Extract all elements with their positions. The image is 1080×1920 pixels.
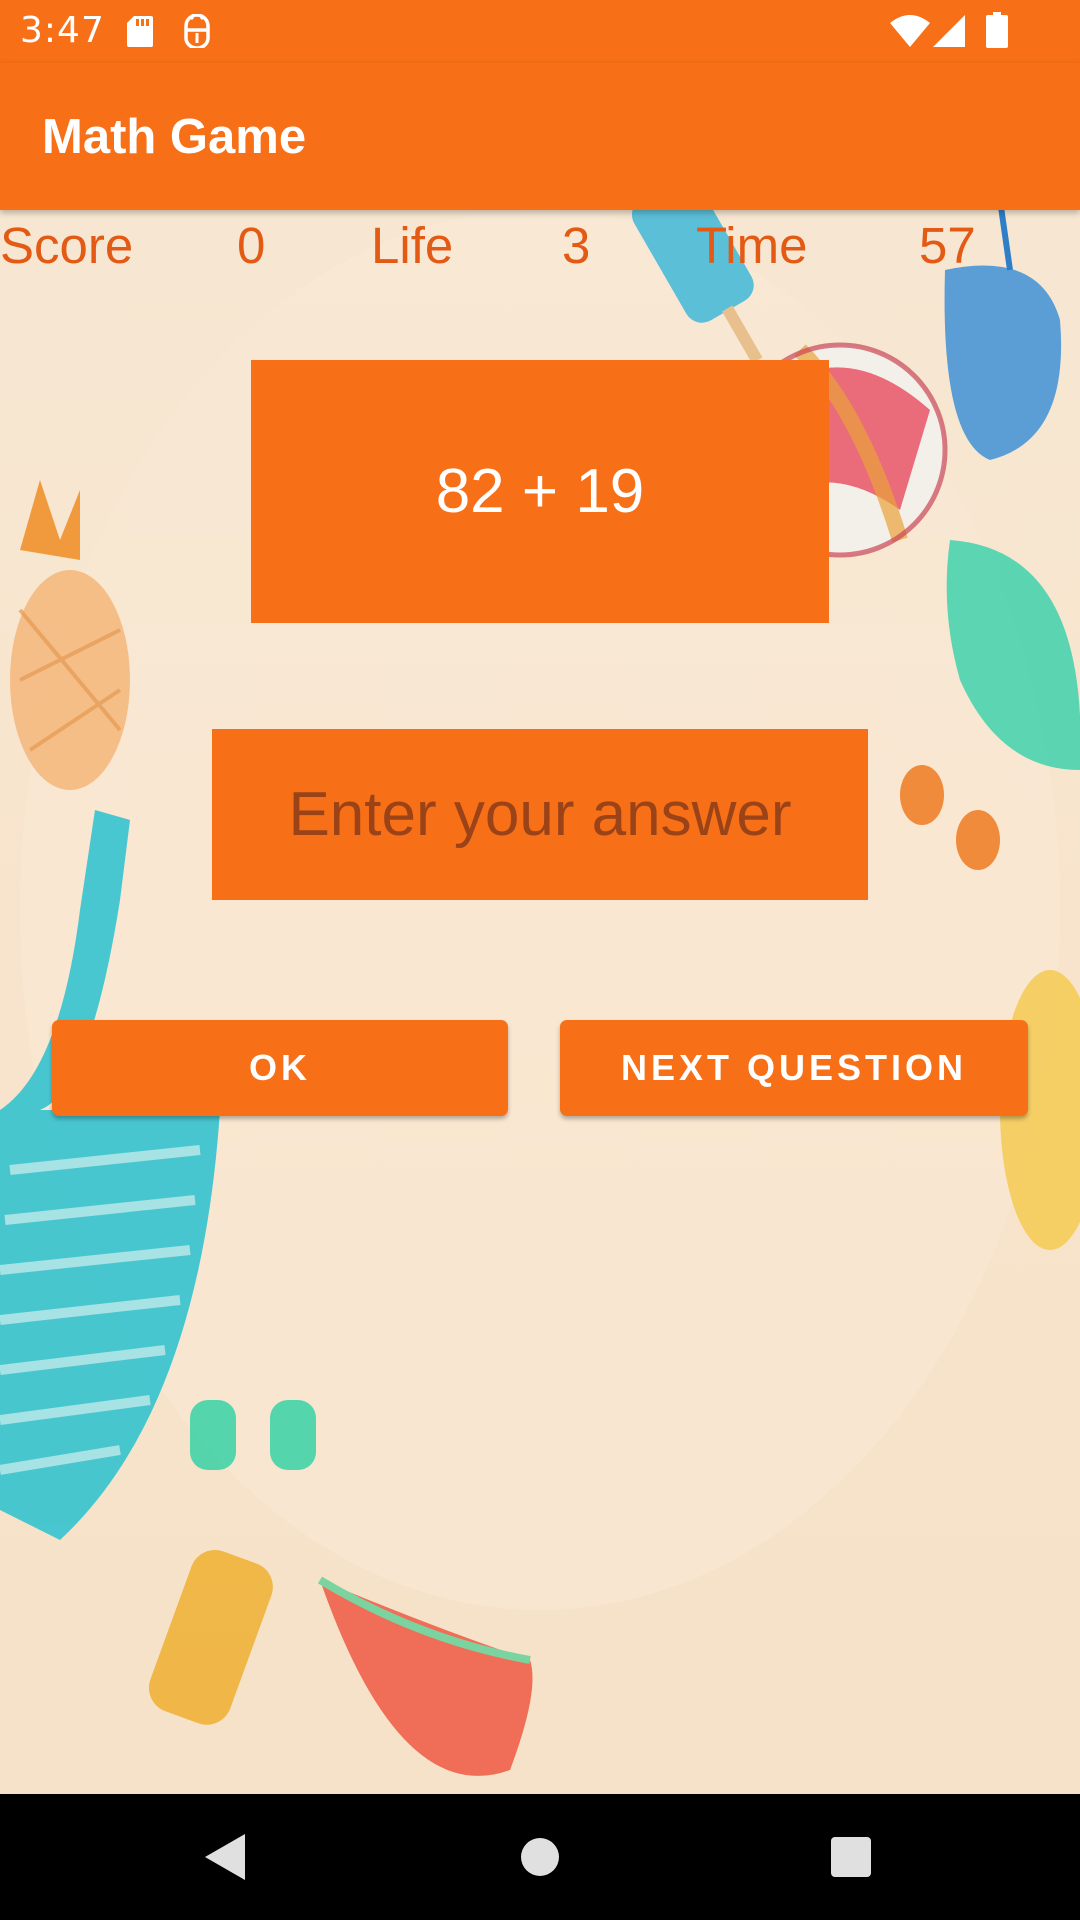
sd-card-icon bbox=[127, 16, 153, 47]
score-label: Score bbox=[0, 217, 134, 274]
question-card: 82 + 19 bbox=[251, 360, 829, 623]
cell-signal-icon bbox=[933, 15, 965, 47]
navigation-bar bbox=[0, 1794, 1080, 1920]
game-screen: Score 0 Life 3 Time 57 82 + 19 OK NEXT Q… bbox=[0, 210, 1080, 1794]
debug-icon bbox=[184, 14, 210, 48]
ok-button[interactable]: OK bbox=[52, 1020, 508, 1116]
app-bar: Math Game bbox=[0, 63, 1080, 210]
back-icon[interactable] bbox=[205, 1834, 245, 1880]
next-question-button[interactable]: NEXT QUESTION bbox=[560, 1020, 1028, 1116]
time-value: 57 bbox=[919, 217, 976, 274]
time-label: Time bbox=[696, 217, 808, 274]
status-time: 3:47 bbox=[20, 10, 105, 51]
life-value: 3 bbox=[562, 217, 591, 274]
answer-input[interactable] bbox=[212, 729, 868, 900]
score-value: 0 bbox=[237, 217, 266, 274]
recents-icon[interactable] bbox=[831, 1837, 871, 1877]
battery-icon bbox=[986, 12, 1008, 48]
wifi-icon bbox=[890, 15, 930, 47]
question-text: 82 + 19 bbox=[435, 457, 645, 526]
home-icon[interactable] bbox=[520, 1837, 560, 1877]
status-bar: 3:47 bbox=[0, 0, 1080, 63]
app-title: Math Game bbox=[42, 110, 307, 164]
life-label: Life bbox=[371, 217, 454, 274]
